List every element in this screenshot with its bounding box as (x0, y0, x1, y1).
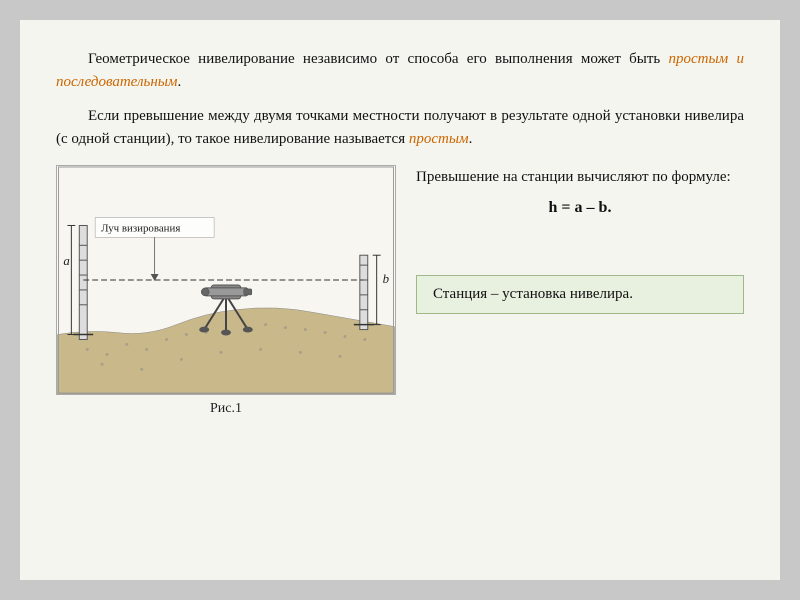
fig-caption: Рис.1 (210, 401, 242, 417)
para1-text1: Геометрическое нивелирование независимо … (88, 51, 669, 67)
formula-label: Превышение на станции вычисляют по форму… (416, 169, 731, 185)
formula: h = a – b. (416, 195, 744, 221)
slide: Геометрическое нивелирование независимо … (20, 20, 780, 580)
text-block-1: Геометрическое нивелирование независимо … (56, 48, 744, 151)
figure-area: Луч визирования a b Рис.1 (56, 165, 396, 417)
content-area: Луч визирования a b Рис.1 Превышение на … (56, 165, 744, 417)
figure-box: Луч визирования a b (56, 165, 396, 395)
right-area: Превышение на станции вычисляют по форму… (416, 165, 744, 314)
station-box: Станция – установка нивелира. (416, 275, 744, 314)
paragraph-1: Геометрическое нивелирование независимо … (56, 48, 744, 95)
para2-text1: Если превышение между двумя точками мест… (56, 108, 744, 147)
paragraph-2: Если превышение между двумя точками мест… (56, 105, 744, 152)
para2-italic: простым (409, 131, 469, 147)
para2-text2: . (469, 131, 473, 147)
station-text: Станция – установка нивелира. (433, 286, 633, 302)
para1-text2: . (178, 74, 182, 90)
svg-text:Луч визирования: Луч визирования (101, 222, 180, 234)
svg-text:a: a (63, 254, 69, 268)
formula-block: Превышение на станции вычисляют по форму… (416, 165, 744, 221)
svg-text:b: b (383, 272, 390, 286)
